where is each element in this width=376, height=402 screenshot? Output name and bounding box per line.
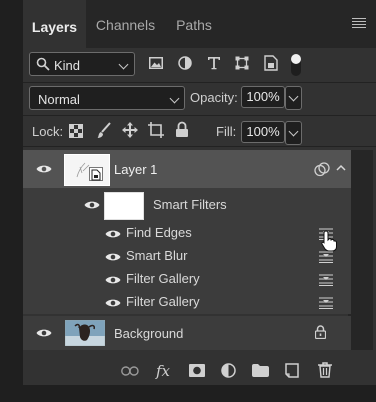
opacity-dropdown-button[interactable]	[285, 86, 302, 110]
blend-row: Normal Opacity: 100%	[23, 83, 376, 111]
tab-paths[interactable]: Paths	[165, 0, 223, 48]
lock-row: Lock: Fill: 100%	[23, 116, 376, 146]
search-icon	[36, 57, 50, 71]
fill-input[interactable]: 100%	[241, 121, 285, 143]
delete-layer-trash-icon[interactable]	[318, 362, 332, 378]
smart-filter-indicator-icon[interactable]	[314, 162, 330, 177]
layer-1-thumbnail[interactable]	[64, 154, 110, 186]
lock-transparent-pixels-icon[interactable]	[69, 124, 83, 138]
tab-layers[interactable]: Layers	[23, 0, 86, 50]
eye-icon[interactable]	[84, 200, 100, 210]
pixel-layer-filter-icon[interactable]	[149, 57, 163, 69]
smart-filters-label: Smart Filters	[153, 197, 227, 212]
layer-1-name[interactable]: Layer 1	[114, 162, 157, 177]
eye-icon[interactable]	[105, 298, 121, 308]
filter-kind-label: Kind	[54, 58, 81, 73]
chevron-down-icon	[118, 59, 129, 70]
fill-dropdown-button[interactable]	[285, 121, 302, 145]
layers-panel: Layers Channels Paths Kind Normal Opacit…	[23, 0, 376, 385]
shape-layer-filter-icon[interactable]	[235, 56, 249, 70]
filter-blending-options-icon[interactable]	[319, 251, 333, 263]
filter-blending-options-icon[interactable]	[319, 297, 333, 309]
tab-channels[interactable]: Channels	[86, 0, 165, 48]
filter-name[interactable]: Find Edges	[126, 225, 192, 240]
chevron-down-icon	[288, 91, 299, 102]
filter-row: Kind	[23, 48, 376, 82]
filter-kind-select[interactable]: Kind	[29, 52, 135, 76]
smart-object-badge-icon	[89, 167, 103, 181]
add-mask-icon[interactable]	[189, 364, 205, 377]
smart-object-filter-icon[interactable]	[264, 55, 278, 71]
lock-all-icon[interactable]	[175, 121, 189, 138]
filter-row-filter-gallery[interactable]: Filter Gallery	[23, 268, 351, 291]
link-layers-icon[interactable]	[121, 366, 139, 376]
smart-filter-mask-thumbnail[interactable]	[104, 192, 144, 220]
type-layer-filter-icon[interactable]	[207, 56, 221, 70]
background-layer-name[interactable]: Background	[114, 326, 183, 341]
panel-tab-bar: Layers Channels Paths	[23, 0, 376, 50]
lock-icon[interactable]	[315, 325, 326, 339]
filter-row-find-edges[interactable]: Find Edges	[23, 222, 351, 245]
layer-row-layer-1[interactable]: Layer 1	[23, 150, 351, 188]
adjustment-layer-filter-icon[interactable]	[178, 56, 192, 70]
lock-image-pixels-icon[interactable]	[97, 122, 111, 139]
hand-cursor-icon	[321, 230, 337, 252]
fill-label: Fill:	[216, 124, 237, 139]
filter-toggle-switch[interactable]	[291, 54, 301, 76]
eye-icon[interactable]	[105, 252, 121, 262]
smart-filters-row[interactable]: Smart Filters	[23, 188, 351, 222]
chevron-down-icon	[169, 93, 180, 104]
filter-row-smart-blur[interactable]: Smart Blur	[23, 245, 351, 268]
divider	[23, 146, 376, 147]
chevron-down-icon	[288, 126, 299, 137]
filter-row-filter-gallery-2[interactable]: Filter Gallery	[23, 291, 351, 314]
blend-mode-select[interactable]: Normal	[29, 86, 185, 110]
new-group-folder-icon[interactable]	[252, 364, 269, 377]
lock-position-icon[interactable]	[122, 122, 138, 138]
panel-menu-icon[interactable]	[352, 18, 366, 29]
toggle-knob	[291, 54, 301, 64]
new-layer-icon[interactable]	[285, 363, 299, 378]
add-layer-style-button[interactable]: fx	[156, 362, 170, 380]
blend-mode-value: Normal	[38, 92, 80, 107]
new-fill-adjustment-layer-icon[interactable]	[221, 363, 236, 378]
eye-icon[interactable]	[105, 275, 121, 285]
filter-name[interactable]: Filter Gallery	[126, 294, 200, 309]
layer-row-background[interactable]: Background	[23, 316, 351, 350]
layers-bottom-toolbar: fx	[23, 357, 376, 385]
background-thumbnail[interactable]	[65, 320, 105, 346]
eye-icon[interactable]	[105, 229, 121, 239]
lock-label: Lock:	[32, 124, 64, 139]
filter-name[interactable]: Smart Blur	[126, 248, 187, 263]
prevent-auto-nesting-icon[interactable]	[148, 122, 165, 138]
opacity-label: Opacity:	[190, 90, 238, 105]
layers-scrollbar-track[interactable]	[348, 150, 373, 350]
filter-blending-options-icon[interactable]	[319, 274, 333, 286]
collapse-effects-chevron-icon[interactable]	[336, 164, 346, 171]
eye-icon[interactable]	[36, 164, 52, 174]
filter-name[interactable]: Filter Gallery	[126, 271, 200, 286]
opacity-input[interactable]: 100%	[241, 86, 285, 108]
eye-icon[interactable]	[36, 328, 52, 338]
